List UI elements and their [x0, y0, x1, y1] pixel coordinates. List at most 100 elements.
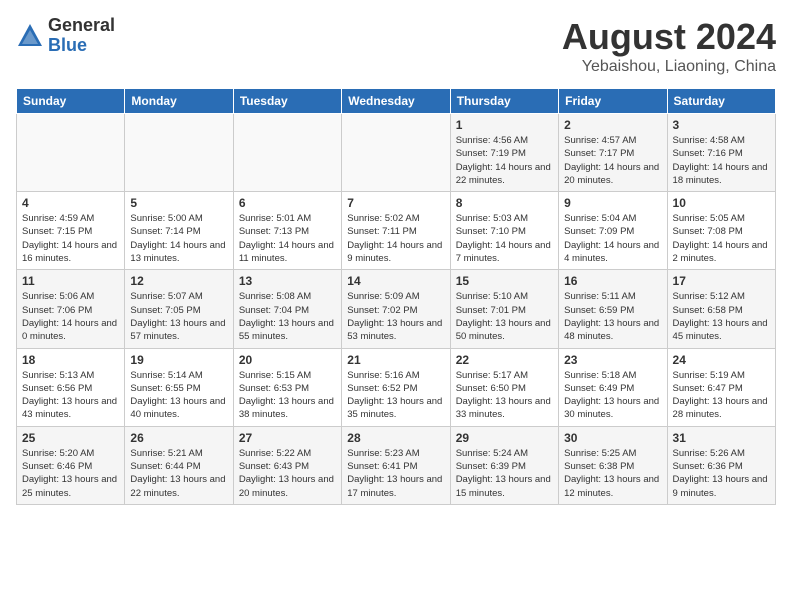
month-year-title: August 2024 — [562, 16, 776, 58]
day-number: 17 — [673, 274, 770, 288]
calendar-cell: 23 Sunrise: 5:18 AM Sunset: 6:49 PM Dayli… — [559, 348, 667, 426]
day-info: Sunrise: 5:04 AM Sunset: 7:09 PM Dayligh… — [564, 212, 661, 265]
calendar-cell: 24 Sunrise: 5:19 AM Sunset: 6:47 PM Dayli… — [667, 348, 775, 426]
calendar-cell: 5 Sunrise: 5:00 AM Sunset: 7:14 PM Daylig… — [125, 192, 233, 270]
day-number: 14 — [347, 274, 444, 288]
weekday-header-monday: Monday — [125, 89, 233, 114]
day-number: 25 — [22, 431, 119, 445]
week-row-2: 4 Sunrise: 4:59 AM Sunset: 7:15 PM Daylig… — [17, 192, 776, 270]
day-number: 28 — [347, 431, 444, 445]
day-number: 5 — [130, 196, 227, 210]
page-header: General Blue August 2024 Yebaishou, Liao… — [16, 16, 776, 76]
logo: General Blue — [16, 16, 115, 56]
calendar-cell: 9 Sunrise: 5:04 AM Sunset: 7:09 PM Daylig… — [559, 192, 667, 270]
day-number: 13 — [239, 274, 336, 288]
day-info: Sunrise: 5:15 AM Sunset: 6:53 PM Dayligh… — [239, 369, 336, 422]
calendar-cell: 3 Sunrise: 4:58 AM Sunset: 7:16 PM Daylig… — [667, 114, 775, 192]
day-number: 11 — [22, 274, 119, 288]
day-info: Sunrise: 4:59 AM Sunset: 7:15 PM Dayligh… — [22, 212, 119, 265]
day-number: 10 — [673, 196, 770, 210]
calendar-cell: 18Sunrise: 5:13 AM Sunset: 6:56 PM Dayli… — [17, 348, 125, 426]
calendar-cell — [342, 114, 450, 192]
day-info: Sunrise: 5:19 AM Sunset: 6:47 PM Dayligh… — [673, 369, 770, 422]
logo-general-text: General — [48, 16, 115, 36]
day-number: 24 — [673, 353, 770, 367]
day-info: Sunrise: 4:58 AM Sunset: 7:16 PM Dayligh… — [673, 134, 770, 187]
logo-icon — [16, 22, 44, 50]
day-number: 21 — [347, 353, 444, 367]
calendar-cell: 15Sunrise: 5:10 AM Sunset: 7:01 PM Dayli… — [450, 270, 558, 348]
calendar-cell: 28 Sunrise: 5:23 AM Sunset: 6:41 PM Dayli… — [342, 426, 450, 504]
day-info: Sunrise: 5:12 AM Sunset: 6:58 PM Dayligh… — [673, 290, 770, 343]
day-number: 20 — [239, 353, 336, 367]
day-info: Sunrise: 5:25 AM Sunset: 6:38 PM Dayligh… — [564, 447, 661, 500]
day-number: 1 — [456, 118, 553, 132]
calendar-cell: 13 Sunrise: 5:08 AM Sunset: 7:04 PM Dayli… — [233, 270, 341, 348]
week-row-3: 11 Sunrise: 5:06 AM Sunset: 7:06 PM Dayli… — [17, 270, 776, 348]
calendar-cell: 2 Sunrise: 4:57 AM Sunset: 7:17 PM Daylig… — [559, 114, 667, 192]
calendar-cell: 20 Sunrise: 5:15 AM Sunset: 6:53 PM Dayli… — [233, 348, 341, 426]
day-number: 7 — [347, 196, 444, 210]
day-info: Sunrise: 5:03 AM Sunset: 7:10 PM Dayligh… — [456, 212, 553, 265]
calendar-cell — [125, 114, 233, 192]
day-info: Sunrise: 5:22 AM Sunset: 6:43 PM Dayligh… — [239, 447, 336, 500]
day-number: 8 — [456, 196, 553, 210]
calendar-cell: 1Sunrise: 4:56 AM Sunset: 7:19 PM Daylig… — [450, 114, 558, 192]
calendar-cell: 6 Sunrise: 5:01 AM Sunset: 7:13 PM Daylig… — [233, 192, 341, 270]
calendar-cell: 11 Sunrise: 5:06 AM Sunset: 7:06 PM Dayli… — [17, 270, 125, 348]
calendar-cell: 22Sunrise: 5:17 AM Sunset: 6:50 PM Dayli… — [450, 348, 558, 426]
day-info: Sunrise: 5:08 AM Sunset: 7:04 PM Dayligh… — [239, 290, 336, 343]
day-info: Sunrise: 5:18 AM Sunset: 6:49 PM Dayligh… — [564, 369, 661, 422]
day-number: 30 — [564, 431, 661, 445]
day-number: 16 — [564, 274, 661, 288]
weekday-header-friday: Friday — [559, 89, 667, 114]
calendar-cell: 10 Sunrise: 5:05 AM Sunset: 7:08 PM Dayli… — [667, 192, 775, 270]
day-info: Sunrise: 5:16 AM Sunset: 6:52 PM Dayligh… — [347, 369, 444, 422]
day-info: Sunrise: 5:24 AM Sunset: 6:39 PM Dayligh… — [456, 447, 553, 500]
calendar-cell: 17 Sunrise: 5:12 AM Sunset: 6:58 PM Dayli… — [667, 270, 775, 348]
calendar-cell — [17, 114, 125, 192]
day-number: 6 — [239, 196, 336, 210]
weekday-header-wednesday: Wednesday — [342, 89, 450, 114]
calendar-cell: 21 Sunrise: 5:16 AM Sunset: 6:52 PM Dayli… — [342, 348, 450, 426]
day-info: Sunrise: 5:21 AM Sunset: 6:44 PM Dayligh… — [130, 447, 227, 500]
calendar-cell: 12Sunrise: 5:07 AM Sunset: 7:05 PM Dayli… — [125, 270, 233, 348]
calendar-cell: 31Sunrise: 5:26 AM Sunset: 6:36 PM Dayli… — [667, 426, 775, 504]
day-number: 4 — [22, 196, 119, 210]
day-number: 2 — [564, 118, 661, 132]
day-info: Sunrise: 5:23 AM Sunset: 6:41 PM Dayligh… — [347, 447, 444, 500]
day-info: Sunrise: 5:05 AM Sunset: 7:08 PM Dayligh… — [673, 212, 770, 265]
week-row-4: 18Sunrise: 5:13 AM Sunset: 6:56 PM Dayli… — [17, 348, 776, 426]
calendar-table: SundayMondayTuesdayWednesdayThursdayFrid… — [16, 88, 776, 505]
day-info: Sunrise: 5:11 AM Sunset: 6:59 PM Dayligh… — [564, 290, 661, 343]
day-number: 29 — [456, 431, 553, 445]
day-info: Sunrise: 5:06 AM Sunset: 7:06 PM Dayligh… — [22, 290, 119, 343]
calendar-cell: 4 Sunrise: 4:59 AM Sunset: 7:15 PM Daylig… — [17, 192, 125, 270]
calendar-cell: 29 Sunrise: 5:24 AM Sunset: 6:39 PM Dayli… — [450, 426, 558, 504]
logo-blue-text: Blue — [48, 36, 115, 56]
day-info: Sunrise: 5:02 AM Sunset: 7:11 PM Dayligh… — [347, 212, 444, 265]
day-info: Sunrise: 5:14 AM Sunset: 6:55 PM Dayligh… — [130, 369, 227, 422]
day-info: Sunrise: 5:01 AM Sunset: 7:13 PM Dayligh… — [239, 212, 336, 265]
day-number: 3 — [673, 118, 770, 132]
day-info: Sunrise: 4:57 AM Sunset: 7:17 PM Dayligh… — [564, 134, 661, 187]
weekday-header-saturday: Saturday — [667, 89, 775, 114]
day-number: 31 — [673, 431, 770, 445]
day-number: 23 — [564, 353, 661, 367]
calendar-cell: 30 Sunrise: 5:25 AM Sunset: 6:38 PM Dayli… — [559, 426, 667, 504]
day-number: 26 — [130, 431, 227, 445]
day-number: 18 — [22, 353, 119, 367]
calendar-cell: 19 Sunrise: 5:14 AM Sunset: 6:55 PM Dayli… — [125, 348, 233, 426]
weekday-header-row: SundayMondayTuesdayWednesdayThursdayFrid… — [17, 89, 776, 114]
day-info: Sunrise: 5:00 AM Sunset: 7:14 PM Dayligh… — [130, 212, 227, 265]
day-number: 27 — [239, 431, 336, 445]
day-info: Sunrise: 5:09 AM Sunset: 7:02 PM Dayligh… — [347, 290, 444, 343]
day-number: 19 — [130, 353, 227, 367]
day-number: 15 — [456, 274, 553, 288]
calendar-cell: 26 Sunrise: 5:21 AM Sunset: 6:44 PM Dayli… — [125, 426, 233, 504]
week-row-5: 25Sunrise: 5:20 AM Sunset: 6:46 PM Dayli… — [17, 426, 776, 504]
weekday-header-tuesday: Tuesday — [233, 89, 341, 114]
calendar-cell: 27 Sunrise: 5:22 AM Sunset: 6:43 PM Dayli… — [233, 426, 341, 504]
day-number: 9 — [564, 196, 661, 210]
title-block: August 2024 Yebaishou, Liaoning, China — [562, 16, 776, 76]
